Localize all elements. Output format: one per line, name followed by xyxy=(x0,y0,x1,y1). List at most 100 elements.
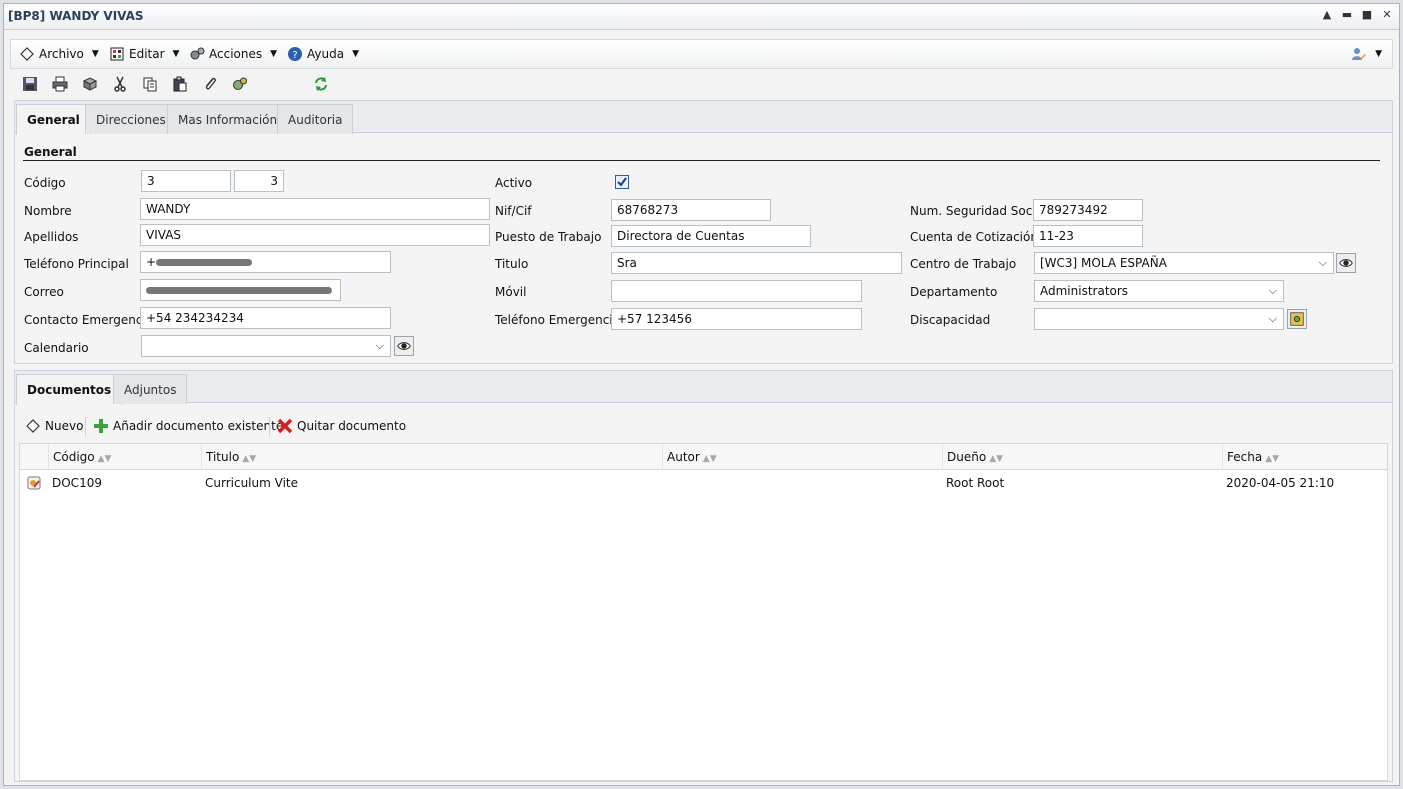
menu-editar-label: Editar xyxy=(129,47,165,61)
centro-value: [WC3] MOLA ESPAÑA xyxy=(1040,256,1167,270)
edit-discapacidad-icon[interactable] xyxy=(1287,309,1307,329)
codigo-number-input[interactable]: 3 xyxy=(234,170,284,192)
cell-fecha: 2020-04-05 21:10 xyxy=(1226,476,1335,490)
column-header-label: Código xyxy=(53,450,95,464)
movil-label: Móvil xyxy=(495,285,527,299)
process-icon[interactable] xyxy=(232,76,248,92)
contacto-emergencia-label: Contacto Emergencia xyxy=(24,313,154,327)
chevron-down-icon: ⌵ xyxy=(1318,256,1327,269)
column-header-fecha[interactable]: Fecha ▲▼ xyxy=(1222,444,1374,470)
nombre-input[interactable]: WANDY xyxy=(140,198,490,220)
tab-direcciones[interactable]: Direcciones xyxy=(85,104,177,134)
correo-input[interactable] xyxy=(140,279,341,301)
centro-select[interactable]: [WC3] MOLA ESPAÑA ⌵ xyxy=(1034,252,1334,274)
save-icon[interactable] xyxy=(22,76,38,92)
window-controls: ▲ ▬ ■ ✕ xyxy=(1321,8,1393,22)
table-row[interactable]: DOC109 Curriculum Vite Root Root 2020-04… xyxy=(20,471,1387,495)
documents-panel: Documentos Adjuntos Nuevo Añadir documen… xyxy=(14,370,1393,782)
paste-icon[interactable] xyxy=(172,76,188,92)
chevron-down-icon: ▼ xyxy=(1375,49,1382,59)
sort-icon: ▲▼ xyxy=(242,454,257,464)
collapse-icon[interactable]: ▲ xyxy=(1321,8,1333,22)
nuevo-label: Nuevo xyxy=(45,419,84,433)
codigo-label: Código xyxy=(24,176,66,190)
cotizacion-label: Cuenta de Cotización xyxy=(910,230,1038,244)
titulo-input[interactable]: Sra xyxy=(611,252,902,274)
sort-icon: ▲▼ xyxy=(702,454,717,464)
cut-icon[interactable] xyxy=(112,76,128,92)
remove-x-icon xyxy=(277,418,293,434)
copy-icon[interactable] xyxy=(142,76,158,92)
tab-mas-informacion[interactable]: Mas Información xyxy=(167,104,289,134)
correo-label: Correo xyxy=(24,285,64,299)
tab-general[interactable]: General xyxy=(16,104,91,135)
calendario-select[interactable]: ⌵ xyxy=(141,335,391,357)
departamento-select[interactable]: Administrators ⌵ xyxy=(1034,280,1284,302)
attach-icon[interactable] xyxy=(202,76,218,92)
cell-dueno: Root Root xyxy=(946,476,1005,490)
section-title-general: General xyxy=(24,145,77,159)
discapacidad-select[interactable]: ⌵ xyxy=(1034,308,1284,330)
chevron-down-icon: ⌵ xyxy=(375,339,384,352)
telefono-emergencia-label: Teléfono Emergencia xyxy=(495,313,620,327)
toolbar-separator xyxy=(85,417,86,437)
nss-input[interactable]: 789273492 xyxy=(1033,199,1143,221)
activo-checkbox[interactable] xyxy=(615,175,629,189)
chevron-down-icon: ▼ xyxy=(270,49,278,59)
menu-ayuda[interactable]: ? Ayuda ▼ xyxy=(287,46,359,62)
column-header-autor[interactable]: Autor ▲▼ xyxy=(662,444,942,470)
telefono-input[interactable]: + xyxy=(140,251,391,273)
minimize-icon[interactable]: ▬ xyxy=(1341,8,1353,22)
menu-acciones[interactable]: Acciones ▼ xyxy=(189,46,277,62)
menu-editar[interactable]: Editar ▼ xyxy=(109,46,179,62)
anadir-label: Añadir documento existente xyxy=(113,419,284,433)
menu-archivo[interactable]: Archivo ▼ xyxy=(19,46,99,62)
contacto-emergencia-input[interactable]: +54 234234234 xyxy=(140,307,391,329)
chevron-down-icon: ⌵ xyxy=(1268,284,1277,297)
delete-bin-icon[interactable] xyxy=(82,76,98,92)
movil-input[interactable] xyxy=(611,280,862,302)
puesto-label: Puesto de Trabajo xyxy=(495,230,602,244)
svg-text:?: ? xyxy=(292,50,297,61)
view-calendario-eye-icon[interactable] xyxy=(394,336,414,356)
remove-document-button[interactable]: Quitar documento xyxy=(277,418,406,434)
view-centro-eye-icon[interactable] xyxy=(1336,253,1356,273)
chevron-down-icon: ▼ xyxy=(91,49,99,59)
quitar-label: Quitar documento xyxy=(297,419,407,433)
nif-input[interactable]: 68768273 xyxy=(611,199,771,221)
help-icon: ? xyxy=(288,47,302,61)
actions-gears-icon xyxy=(190,47,205,60)
activo-label: Activo xyxy=(495,176,533,190)
form-tabs: General Direcciones Mas Información Audi… xyxy=(15,101,1392,135)
employee-form-panel: General Direcciones Mas Información Audi… xyxy=(14,100,1393,364)
puesto-input[interactable]: Directora de Cuentas xyxy=(611,225,811,247)
toolbar-separator xyxy=(269,417,270,437)
titulo-label: Titulo xyxy=(495,257,529,271)
nombre-label: Nombre xyxy=(24,204,72,218)
cotizacion-input[interactable]: 11-23 xyxy=(1033,225,1143,247)
section-divider xyxy=(23,160,1380,161)
apellidos-input[interactable]: VIVAS xyxy=(140,224,490,246)
tab-auditoria[interactable]: Auditoria xyxy=(277,104,354,134)
column-header-titulo[interactable]: Titulo ▲▼ xyxy=(201,444,661,470)
checkmark-icon xyxy=(617,177,627,187)
tab-documentos[interactable]: Documentos xyxy=(16,374,123,405)
print-icon[interactable] xyxy=(52,76,68,92)
close-icon[interactable]: ✕ xyxy=(1381,8,1393,22)
document-icon xyxy=(27,476,41,490)
telefono-emergencia-input[interactable]: +57 123456 xyxy=(611,308,862,330)
menu-acciones-label: Acciones xyxy=(209,47,263,61)
add-plus-icon xyxy=(94,419,108,433)
tab-adjuntos[interactable]: Adjuntos xyxy=(113,374,188,404)
documents-grid: Código ▲▼ Titulo ▲▼ Autor ▲▼ Dueño ▲▼ Fecha ▲… xyxy=(19,443,1388,781)
add-existing-document-button[interactable]: Añadir documento existente xyxy=(93,418,283,434)
codigo-input[interactable]: 3 xyxy=(141,170,231,192)
telefono-label: Teléfono Principal xyxy=(24,257,129,271)
user-options-menu[interactable]: ▼ xyxy=(1351,46,1382,62)
refresh-icon[interactable] xyxy=(313,76,329,92)
maximize-icon[interactable]: ■ xyxy=(1361,8,1373,22)
column-header-codigo[interactable]: Código ▲▼ xyxy=(48,444,201,470)
column-header-dueno[interactable]: Dueño ▲▼ xyxy=(942,444,1222,470)
nuevo-button[interactable]: Nuevo xyxy=(25,418,83,434)
cell-titulo: Curriculum Vite xyxy=(205,476,298,490)
